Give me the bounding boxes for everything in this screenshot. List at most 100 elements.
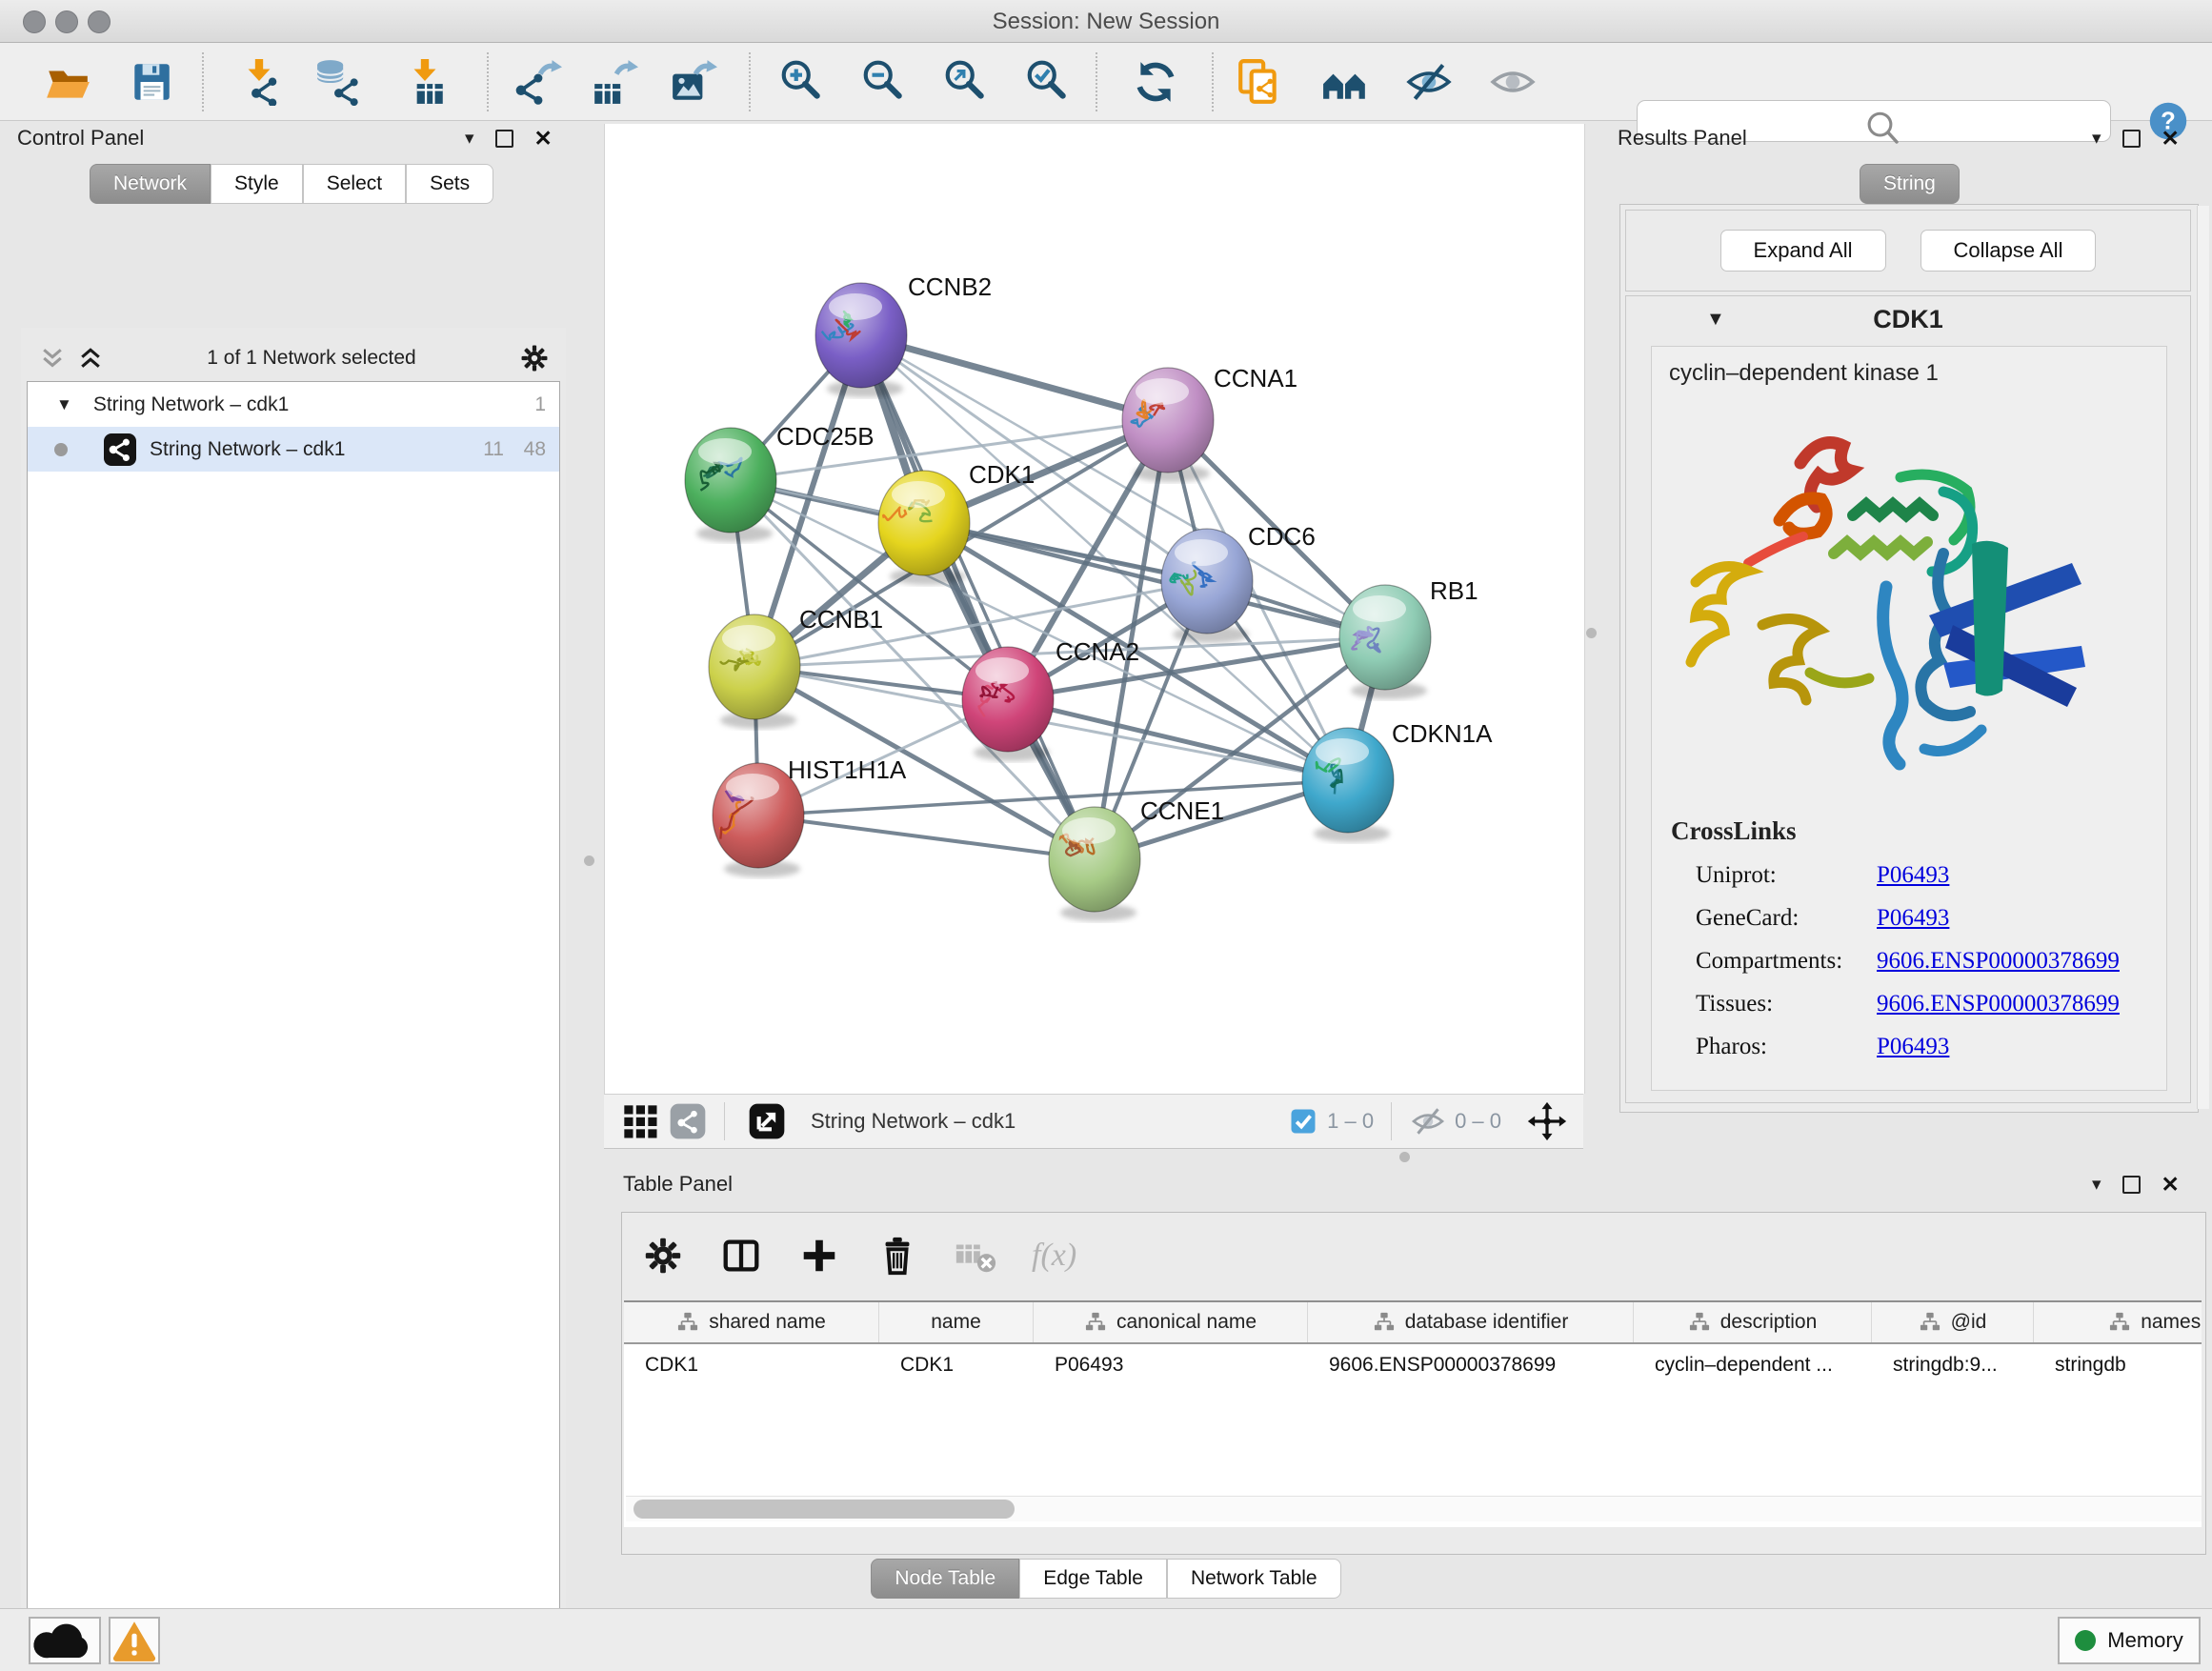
left-splitter-handle[interactable] bbox=[584, 856, 594, 866]
export-table-button[interactable] bbox=[591, 58, 638, 106]
close-panel-icon[interactable]: ✕ bbox=[2162, 128, 2180, 150]
memory-button[interactable]: Memory bbox=[2058, 1617, 2201, 1664]
table-cell[interactable]: CDK1 bbox=[624, 1344, 879, 1386]
zoom-in-button[interactable] bbox=[778, 58, 826, 106]
tab-edge-table[interactable]: Edge Table bbox=[1019, 1559, 1167, 1599]
network-node-cdkn1a[interactable] bbox=[1302, 728, 1394, 842]
show-columns-icon[interactable] bbox=[719, 1234, 763, 1278]
tab-style[interactable]: Style bbox=[211, 164, 303, 204]
delete-column-icon[interactable] bbox=[875, 1234, 919, 1278]
network-collection-row[interactable]: ▼ String Network – cdk1 1 bbox=[28, 382, 559, 427]
birds-eye-view-icon[interactable] bbox=[621, 1102, 659, 1140]
cloud-status-button[interactable] bbox=[29, 1617, 101, 1664]
network-node-rb1[interactable] bbox=[1339, 585, 1431, 699]
scrollbar-thumb[interactable] bbox=[633, 1500, 1015, 1519]
collapse-all-networks-icon[interactable] bbox=[38, 344, 67, 372]
node-table[interactable]: shared namenamecanonical namedatabase id… bbox=[624, 1300, 2202, 1527]
panel-menu-icon[interactable]: ▾ bbox=[465, 130, 474, 148]
tab-select[interactable]: Select bbox=[303, 164, 406, 204]
network-node-ccnb2[interactable] bbox=[815, 283, 907, 397]
network-node-ccna2[interactable] bbox=[962, 647, 1054, 761]
table-cell[interactable]: P06493 bbox=[1034, 1344, 1308, 1386]
string-network-view[interactable]: CCNB2CCNA1CDC25BCDK1CDC6RB1CCNB1CCNA2CDK… bbox=[605, 124, 1584, 1094]
table-settings-gear-icon[interactable] bbox=[641, 1234, 685, 1278]
float-panel-icon[interactable] bbox=[2122, 1176, 2141, 1194]
close-panel-icon[interactable]: ✕ bbox=[534, 128, 553, 150]
export-image-button[interactable] bbox=[670, 58, 717, 106]
tab-network-table[interactable]: Network Table bbox=[1167, 1559, 1341, 1599]
table-cell[interactable]: cyclin–dependent ... bbox=[1634, 1344, 1872, 1386]
results-scrollbar[interactable] bbox=[2197, 206, 2209, 1109]
export-network-button[interactable] bbox=[514, 58, 562, 106]
table-cell[interactable]: stringdb bbox=[2034, 1344, 2202, 1386]
table-horizontal-scrollbar[interactable] bbox=[626, 1496, 2202, 1521]
crosslink-link[interactable]: 9606.ENSP00000378699 bbox=[1877, 948, 2120, 975]
network-node-ccna1[interactable] bbox=[1122, 368, 1214, 482]
column-header-database-identifier[interactable]: database identifier bbox=[1308, 1302, 1634, 1342]
hide-selected-button[interactable] bbox=[1405, 58, 1453, 106]
horizontal-splitter-handle[interactable] bbox=[1399, 1152, 1410, 1162]
zoom-out-button[interactable] bbox=[860, 58, 908, 106]
shared-column-icon bbox=[1084, 1312, 1107, 1333]
table-cell[interactable]: stringdb:9... bbox=[1872, 1344, 2034, 1386]
svg-text:CCNB2: CCNB2 bbox=[908, 272, 992, 301]
detach-view-icon[interactable] bbox=[748, 1102, 786, 1140]
status-bar: Memory bbox=[0, 1608, 2212, 1671]
network-node-ccnb1[interactable] bbox=[709, 614, 800, 729]
tab-string[interactable]: String bbox=[1860, 164, 1960, 204]
network-node-cdc25b[interactable] bbox=[685, 428, 776, 542]
table-row[interactable]: CDK1CDK1P064939606.ENSP00000378699cyclin… bbox=[624, 1344, 2202, 1386]
pan-mode-icon[interactable] bbox=[1526, 1100, 1568, 1142]
toolbar-separator bbox=[1096, 52, 1097, 111]
network-row[interactable]: String Network – cdk1 11 48 bbox=[28, 427, 559, 472]
tab-node-table[interactable]: Node Table bbox=[871, 1559, 1019, 1599]
column-header-namespace[interactable]: namespace bbox=[2034, 1302, 2202, 1342]
open-session-button[interactable] bbox=[44, 58, 91, 106]
network-overview-icon[interactable] bbox=[669, 1102, 707, 1140]
import-table-button[interactable] bbox=[401, 58, 449, 106]
shared-column-icon bbox=[1688, 1312, 1711, 1333]
table-cell[interactable]: CDK1 bbox=[879, 1344, 1034, 1386]
collection-expand-icon[interactable]: ▼ bbox=[56, 395, 72, 414]
network-node-ccne1[interactable] bbox=[1049, 807, 1140, 921]
network-options-gear-icon[interactable] bbox=[518, 342, 551, 374]
selected-count-checkbox[interactable] bbox=[1289, 1107, 1317, 1136]
expand-all-networks-icon[interactable] bbox=[76, 344, 105, 372]
close-panel-icon[interactable]: ✕ bbox=[2162, 1174, 2180, 1196]
crosslink-link[interactable]: P06493 bbox=[1877, 905, 1949, 932]
crosslink-link[interactable]: P06493 bbox=[1877, 1034, 1949, 1060]
save-session-button[interactable] bbox=[128, 58, 175, 106]
right-splitter-handle[interactable] bbox=[1586, 628, 1597, 638]
panel-menu-icon[interactable]: ▾ bbox=[2092, 1176, 2101, 1194]
column-header-canonical-name[interactable]: canonical name bbox=[1034, 1302, 1308, 1342]
tab-network[interactable]: Network bbox=[90, 164, 211, 204]
expand-all-button[interactable]: Expand All bbox=[1720, 230, 1886, 272]
show-hidden-button[interactable] bbox=[1489, 58, 1537, 106]
cloud-icon bbox=[30, 1606, 99, 1671]
import-network-from-database-button[interactable] bbox=[315, 58, 363, 106]
float-panel-icon[interactable] bbox=[2122, 130, 2141, 148]
collapse-all-button[interactable]: Collapse All bbox=[1920, 230, 2097, 272]
table-cell[interactable]: 9606.ENSP00000378699 bbox=[1308, 1344, 1634, 1386]
column-header-name[interactable]: name bbox=[879, 1302, 1034, 1342]
warnings-button[interactable] bbox=[109, 1617, 160, 1664]
crosslink-link[interactable]: 9606.ENSP00000378699 bbox=[1877, 991, 2120, 1017]
column-header-description[interactable]: description bbox=[1634, 1302, 1872, 1342]
tab-sets[interactable]: Sets bbox=[406, 164, 493, 204]
network-canvas[interactable]: CCNB2CCNA1CDC25BCDK1CDC6RB1CCNB1CCNA2CDK… bbox=[604, 124, 1585, 1094]
gene-description: cyclin–dependent kinase 1 bbox=[1669, 360, 2166, 387]
network-list: ▼ String Network – cdk1 1 String Network… bbox=[27, 381, 560, 1671]
svg-text:CDK1: CDK1 bbox=[969, 460, 1035, 489]
zoom-fit-content-button[interactable] bbox=[942, 58, 990, 106]
panel-menu-icon[interactable]: ▾ bbox=[2092, 130, 2101, 148]
float-panel-icon[interactable] bbox=[495, 130, 513, 148]
create-column-icon[interactable] bbox=[797, 1234, 841, 1278]
refresh-layout-button[interactable] bbox=[1132, 58, 1179, 106]
zoom-selected-button[interactable] bbox=[1024, 58, 1072, 106]
first-neighbors-button[interactable] bbox=[1321, 58, 1369, 106]
column-header--id[interactable]: @id bbox=[1872, 1302, 2034, 1342]
import-network-button[interactable] bbox=[235, 58, 283, 106]
clone-network-button[interactable] bbox=[1236, 58, 1283, 106]
crosslink-link[interactable]: P06493 bbox=[1877, 862, 1949, 889]
column-header-shared-name[interactable]: shared name bbox=[624, 1302, 879, 1342]
